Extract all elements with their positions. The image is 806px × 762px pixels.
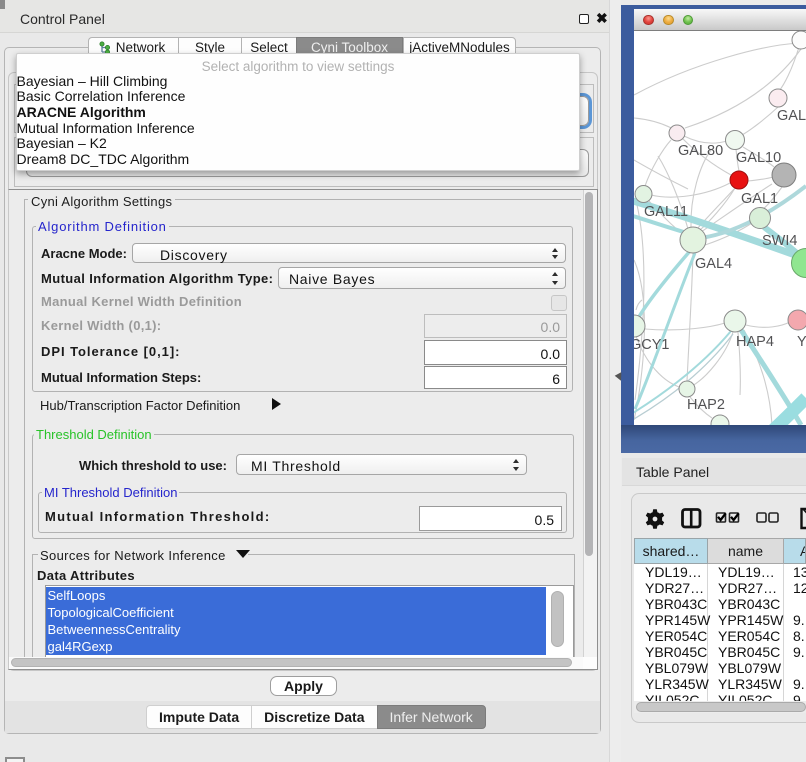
svg-text:HAP4: HAP4 bbox=[736, 334, 774, 350]
svg-text:SWI4: SWI4 bbox=[762, 233, 797, 249]
svg-text:GAL: GAL bbox=[777, 108, 806, 124]
svg-text:GAL11: GAL11 bbox=[644, 204, 688, 220]
svg-text:GCY1: GCY1 bbox=[634, 337, 670, 353]
svg-text:GAL10: GAL10 bbox=[736, 150, 781, 166]
svg-text:Y: Y bbox=[797, 334, 806, 350]
svg-text:GAL80: GAL80 bbox=[678, 143, 723, 159]
svg-text:HAP2: HAP2 bbox=[687, 397, 725, 413]
svg-text:GAL1: GAL1 bbox=[741, 191, 778, 207]
svg-text:GAL4: GAL4 bbox=[695, 256, 732, 272]
